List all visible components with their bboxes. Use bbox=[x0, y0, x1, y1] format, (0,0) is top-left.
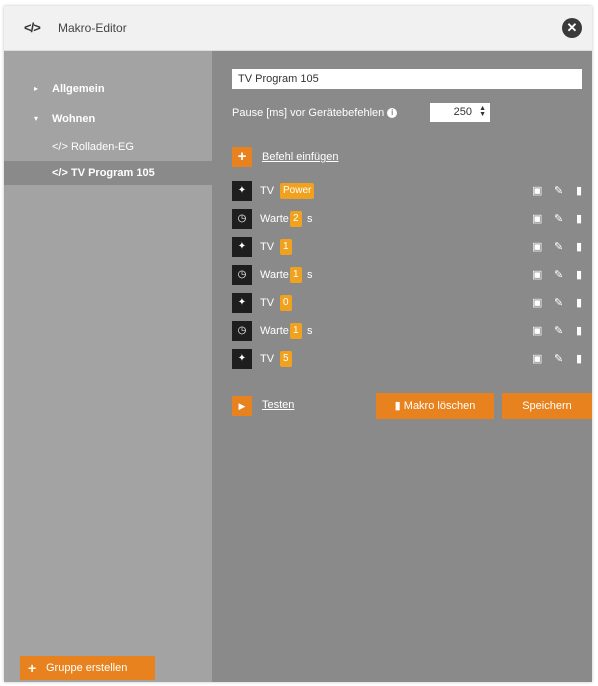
command-value-badge[interactable]: 2 bbox=[290, 211, 302, 227]
command-row[interactable]: ◷ Warte 2 s ▣ ✎ ▮ bbox=[232, 209, 592, 229]
sidebar-item-rolladen-eg[interactable]: </> Rolladen-EG bbox=[4, 135, 212, 159]
trash-icon[interactable]: ▮ bbox=[576, 268, 582, 281]
macro-editor-window: </> Makro-Editor ✕ ▸ Allgemein ▾ Wohnen … bbox=[4, 6, 592, 682]
command-unit: s bbox=[307, 269, 313, 281]
command-label: Warte bbox=[260, 325, 289, 337]
sidebar: ▸ Allgemein ▾ Wohnen </> Rolladen-EG </>… bbox=[4, 51, 212, 682]
add-command-label: Befehl einfügen bbox=[262, 151, 339, 163]
command-value-badge[interactable]: 0 bbox=[280, 295, 292, 311]
plus-icon: + bbox=[232, 147, 252, 167]
trash-icon[interactable]: ▮ bbox=[576, 296, 582, 309]
remote-icon: ✦ bbox=[232, 237, 252, 257]
row-actions: ▣ ✎ ▮ bbox=[532, 212, 588, 226]
copy-icon[interactable]: ▣ bbox=[532, 352, 542, 365]
info-icon[interactable]: i bbox=[387, 108, 398, 119]
command-value-badge[interactable]: 1 bbox=[290, 323, 302, 339]
create-group-label: Gruppe erstellen bbox=[46, 662, 128, 674]
delete-macro-button[interactable]: ▮ Makro löschen bbox=[376, 393, 494, 419]
command-row[interactable]: ◷ Warte 1 s ▣ ✎ ▮ bbox=[232, 265, 592, 285]
command-unit: s bbox=[307, 325, 313, 337]
command-row[interactable]: ◷ Warte 1 s ▣ ✎ ▮ bbox=[232, 321, 592, 341]
copy-icon[interactable]: ▣ bbox=[532, 324, 542, 337]
spinner-icon[interactable]: ▲ ▼ bbox=[479, 105, 486, 118]
remote-icon: ✦ bbox=[232, 181, 252, 201]
macro-name-input[interactable] bbox=[232, 69, 582, 89]
pause-input[interactable]: 250 ▲ ▼ bbox=[430, 103, 490, 122]
command-unit: s bbox=[307, 213, 313, 225]
code-icon: </> bbox=[24, 20, 41, 35]
play-icon: ▶ bbox=[232, 396, 252, 416]
trash-icon: ▮ bbox=[394, 400, 401, 412]
code-icon: </> bbox=[52, 167, 68, 179]
remote-icon: ✦ bbox=[232, 349, 252, 369]
copy-icon[interactable]: ▣ bbox=[532, 268, 542, 281]
trash-icon[interactable]: ▮ bbox=[576, 184, 582, 197]
command-row[interactable]: ✦ TV 1 ▣ ✎ ▮ bbox=[232, 237, 592, 257]
edit-icon[interactable]: ✎ bbox=[554, 212, 563, 225]
sidebar-item-label: Rolladen-EG bbox=[70, 141, 134, 153]
pause-value: 250 bbox=[453, 106, 472, 118]
sidebar-item-label: TV Program 105 bbox=[70, 167, 155, 179]
chevron-down-icon: ▾ bbox=[34, 114, 39, 123]
command-row[interactable]: ✦ TV 5 ▣ ✎ ▮ bbox=[232, 349, 592, 369]
row-actions: ▣ ✎ ▮ bbox=[532, 352, 588, 366]
sidebar-item-label: Wohnen bbox=[52, 113, 96, 125]
command-value-badge[interactable]: 1 bbox=[290, 267, 302, 283]
command-value-badge[interactable]: 5 bbox=[280, 351, 292, 367]
edit-icon[interactable]: ✎ bbox=[554, 296, 563, 309]
command-label: Warte bbox=[260, 269, 289, 281]
command-label: TV bbox=[260, 353, 275, 365]
command-label: TV bbox=[260, 297, 275, 309]
timer-icon: ◷ bbox=[232, 321, 252, 341]
edit-icon[interactable]: ✎ bbox=[554, 240, 563, 253]
code-icon: </> bbox=[52, 141, 68, 153]
plus-icon: + bbox=[28, 660, 37, 676]
title-bar: </> Makro-Editor ✕ bbox=[4, 6, 592, 51]
command-value-badge[interactable]: Power bbox=[280, 183, 315, 199]
timer-icon: ◷ bbox=[232, 265, 252, 285]
row-actions: ▣ ✎ ▮ bbox=[532, 240, 588, 254]
command-value-badge[interactable]: 1 bbox=[280, 239, 292, 255]
trash-icon[interactable]: ▮ bbox=[576, 324, 582, 337]
timer-icon: ◷ bbox=[232, 209, 252, 229]
close-button[interactable]: ✕ bbox=[562, 18, 582, 38]
edit-icon[interactable]: ✎ bbox=[554, 352, 563, 365]
editor-panel: Pause [ms] vor Gerätebefehleni 250 ▲▼ + … bbox=[212, 51, 592, 682]
row-actions: ▣ ✎ ▮ bbox=[532, 296, 588, 310]
row-actions: ▣ ✎ ▮ bbox=[532, 184, 588, 198]
sidebar-item-allgemein[interactable]: ▸ Allgemein bbox=[4, 77, 212, 101]
copy-icon[interactable]: ▣ bbox=[532, 296, 542, 309]
row-actions: ▣ ✎ ▮ bbox=[532, 324, 588, 338]
test-label: Testen bbox=[262, 399, 295, 411]
delete-macro-label: Makro löschen bbox=[403, 400, 476, 412]
copy-icon[interactable]: ▣ bbox=[532, 240, 542, 253]
sidebar-item-tv-program-105[interactable]: </> TV Program 105 bbox=[4, 161, 212, 185]
command-row[interactable]: ✦ TV 0 ▣ ✎ ▮ bbox=[232, 293, 592, 313]
save-button[interactable]: Speichern bbox=[502, 393, 592, 419]
command-row[interactable]: ✦ TV Power ▣ ✎ ▮ bbox=[232, 181, 592, 201]
copy-icon[interactable]: ▣ bbox=[532, 212, 542, 225]
sidebar-item-label: Allgemein bbox=[52, 83, 105, 95]
trash-icon[interactable]: ▮ bbox=[576, 240, 582, 253]
command-label: TV bbox=[260, 241, 275, 253]
edit-icon[interactable]: ✎ bbox=[554, 324, 563, 337]
chevron-right-icon: ▸ bbox=[34, 84, 39, 93]
command-label: TV bbox=[260, 185, 275, 197]
row-actions: ▣ ✎ ▮ bbox=[532, 268, 588, 282]
create-group-button[interactable]: + Gruppe erstellen bbox=[20, 656, 155, 680]
command-label: Warte bbox=[260, 213, 289, 225]
edit-icon[interactable]: ✎ bbox=[554, 184, 563, 197]
pause-label: Pause [ms] vor Gerätebefehlen bbox=[232, 107, 385, 119]
window-title: Makro-Editor bbox=[58, 21, 127, 35]
edit-icon[interactable]: ✎ bbox=[554, 268, 563, 281]
remote-icon: ✦ bbox=[232, 293, 252, 313]
trash-icon[interactable]: ▮ bbox=[576, 212, 582, 225]
trash-icon[interactable]: ▮ bbox=[576, 352, 582, 365]
sidebar-item-wohnen[interactable]: ▾ Wohnen bbox=[4, 107, 212, 131]
copy-icon[interactable]: ▣ bbox=[532, 184, 542, 197]
